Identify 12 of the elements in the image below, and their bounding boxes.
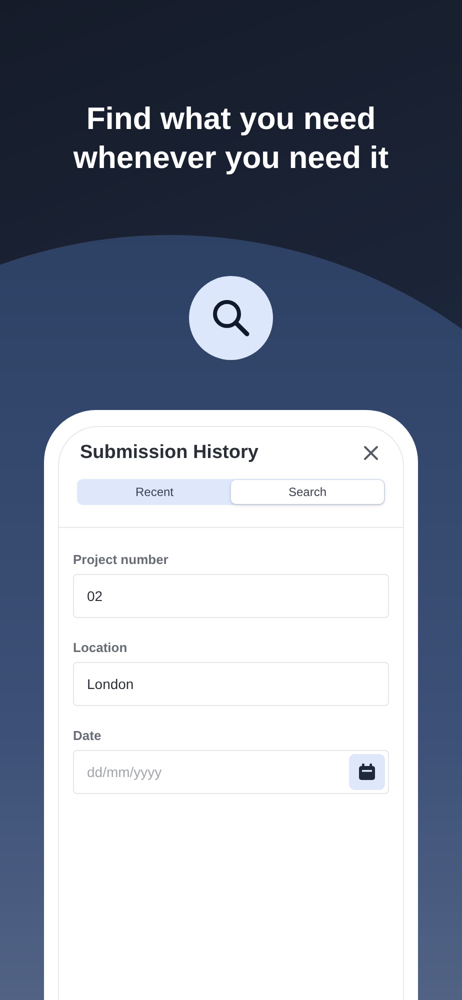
tab[interactable]: Recent [78,480,231,504]
headline: Find what you need whenever you need it [72,100,390,177]
input-field[interactable]: London [73,662,389,706]
field-label: Project number [73,552,170,566]
tab[interactable]: Search [231,480,384,504]
close-icon [363,444,379,460]
calendar-icon [358,762,376,780]
dialog-title: Submission History [80,442,258,464]
calendar-button[interactable] [349,754,385,790]
field-label: Date [73,728,102,742]
field-label: Location [73,640,128,654]
input-field[interactable]: 02 [73,574,389,618]
